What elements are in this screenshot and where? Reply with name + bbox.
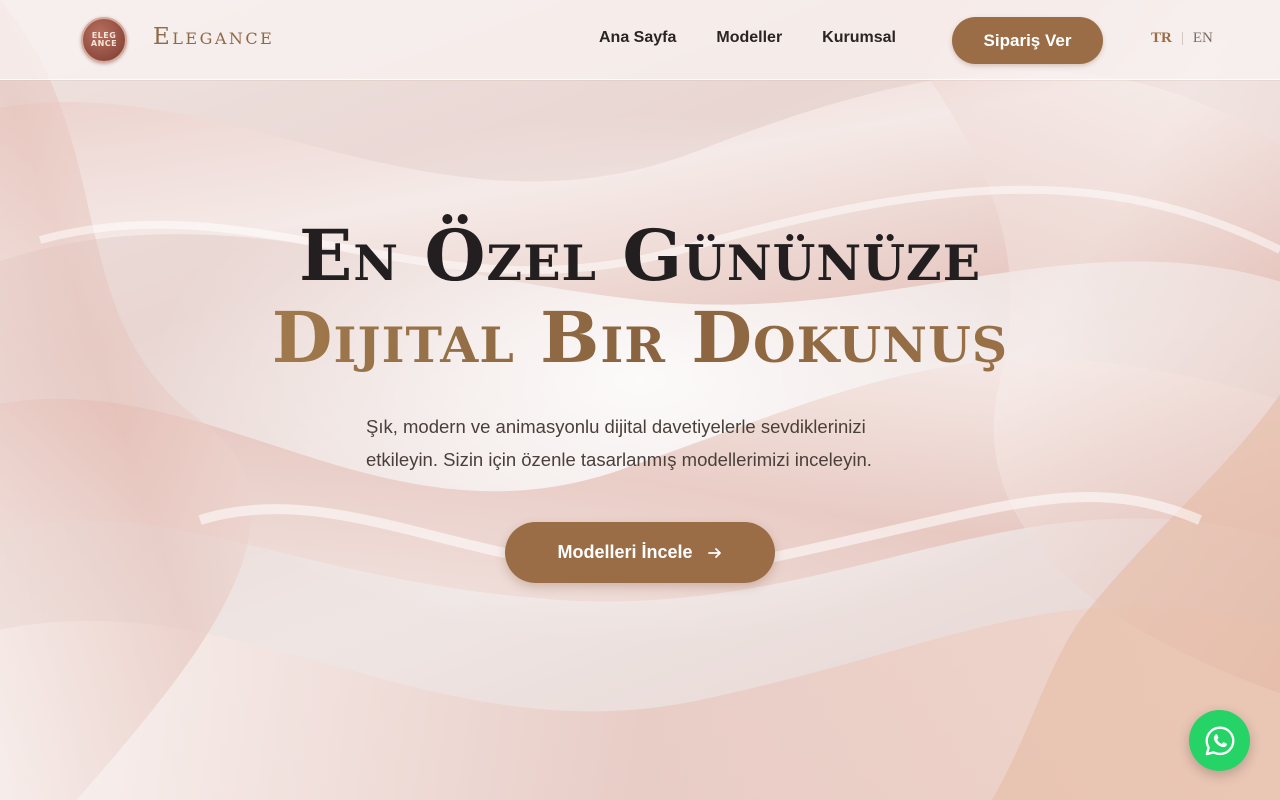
silk-fabric-illustration	[0, 0, 1280, 800]
nav-link-ana-sayfa[interactable]: Ana Sayfa	[599, 29, 676, 47]
whatsapp-icon	[1205, 726, 1234, 755]
nav-link-kurumsal[interactable]: Kurumsal	[822, 29, 896, 47]
language-switcher: TR | EN	[1151, 30, 1213, 47]
view-models-label: Modelleri İncele	[557, 542, 693, 562]
language-en[interactable]: EN	[1193, 30, 1213, 47]
logo-badge-text: ELEGANCE	[90, 31, 118, 48]
logo-badge[interactable]: ELEGANCE	[81, 17, 127, 63]
hero-title-line2: Dijital Bir Dokunuş	[0, 297, 1280, 379]
brand-name[interactable]: Elegance	[153, 24, 274, 50]
hero-description: Şık, modern ve animasyonlu dijital davet…	[366, 416, 872, 470]
whatsapp-button[interactable]	[1189, 710, 1250, 771]
site-header: ELEGANCE Elegance Ana Sayfa Modeller Kur…	[0, 0, 1280, 80]
language-tr[interactable]: TR	[1151, 30, 1172, 47]
nav-link-modeller[interactable]: Modeller	[716, 29, 782, 47]
hero-title: En Özel Gününüze Dijital Bir Dokunuş	[0, 215, 1280, 379]
hero-title-line1: En Özel Gününüze	[298, 214, 982, 297]
arrow-right-icon	[707, 547, 721, 558]
hero-background	[0, 0, 1280, 800]
order-button[interactable]: Sipariş Ver	[952, 17, 1103, 64]
view-models-button[interactable]: Modelleri İncele	[505, 522, 775, 583]
main-nav: Ana Sayfa Modeller Kurumsal	[599, 29, 896, 47]
language-separator: |	[1180, 30, 1184, 46]
